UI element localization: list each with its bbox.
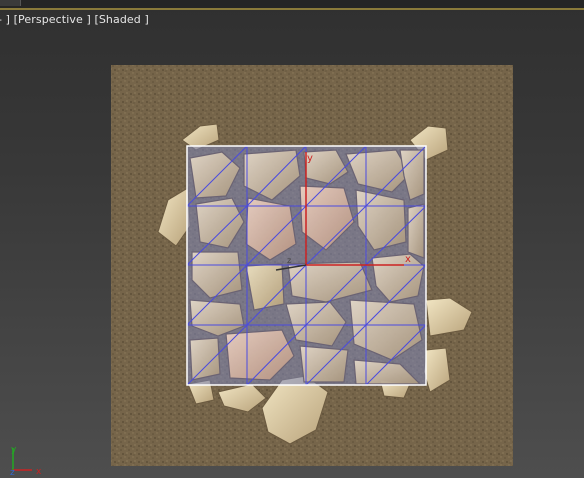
- gizmo-y-label: y: [11, 445, 17, 455]
- gizmo-x-label: x: [36, 467, 42, 477]
- stone: [407, 203, 425, 259]
- view-axis-gizmo: y z x: [10, 445, 42, 478]
- axis-x-label: x: [405, 254, 411, 265]
- stone: [299, 345, 349, 383]
- axis-z-label: z: [287, 256, 291, 265]
- viewport-canvas[interactable]: y x z y z x: [0, 0, 584, 478]
- axis-y-label: y: [307, 153, 313, 164]
- gizmo-z-label: z: [10, 468, 15, 478]
- stone: [189, 337, 221, 381]
